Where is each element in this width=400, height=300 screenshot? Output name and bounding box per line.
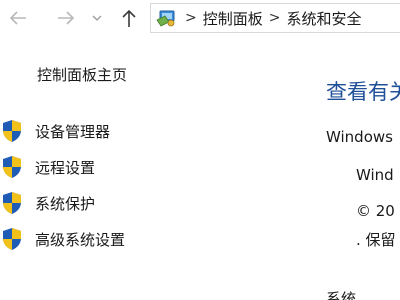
task-label: 高级系统设置 [35, 230, 126, 249]
task-label: 系统保护 [35, 194, 96, 213]
arrow-right-icon [58, 11, 75, 25]
recent-locations-button[interactable] [88, 4, 106, 32]
task-advanced-system-settings[interactable]: 高级系统设置 [0, 227, 125, 251]
control-panel-icon [155, 7, 179, 29]
breadcrumb-separator: > [268, 10, 281, 26]
windows-version-name: Wind [356, 166, 394, 184]
breadcrumb-separator: > [185, 10, 197, 26]
address-bar[interactable]: > 控制面板 > 系统和安全 [150, 3, 400, 33]
up-button[interactable] [116, 4, 142, 32]
uac-shield-icon [0, 191, 24, 215]
task-remote-settings[interactable]: 远程设置 [0, 155, 95, 179]
task-label: 远程设置 [35, 158, 96, 177]
windows-edition-heading: Windows [326, 128, 393, 146]
back-button[interactable] [4, 4, 32, 32]
copyright-text: © 20 [356, 202, 395, 220]
breadcrumb-control-panel[interactable]: 控制面板 [203, 8, 263, 29]
uac-shield-icon [0, 155, 24, 179]
navigation-bar: > 控制面板 > 系统和安全 [0, 0, 400, 36]
control-panel-home-link[interactable]: 控制面板主页 [37, 64, 127, 85]
breadcrumb-system-and-security[interactable]: 系统和安全 [286, 8, 361, 29]
rights-reserved-text: . 保留 [356, 231, 396, 249]
uac-shield-icon [0, 119, 24, 143]
task-label: 设备管理器 [35, 122, 111, 141]
page-title: 查看有关 [326, 80, 400, 104]
system-section-heading: 系统 [326, 290, 357, 300]
forward-button[interactable] [52, 4, 80, 32]
task-device-manager[interactable]: 设备管理器 [0, 119, 110, 143]
task-system-protection[interactable]: 系统保护 [0, 191, 95, 215]
chevron-down-icon [92, 15, 102, 21]
arrow-up-icon [122, 9, 136, 27]
arrow-left-icon [9, 11, 26, 25]
uac-shield-icon [0, 227, 24, 251]
